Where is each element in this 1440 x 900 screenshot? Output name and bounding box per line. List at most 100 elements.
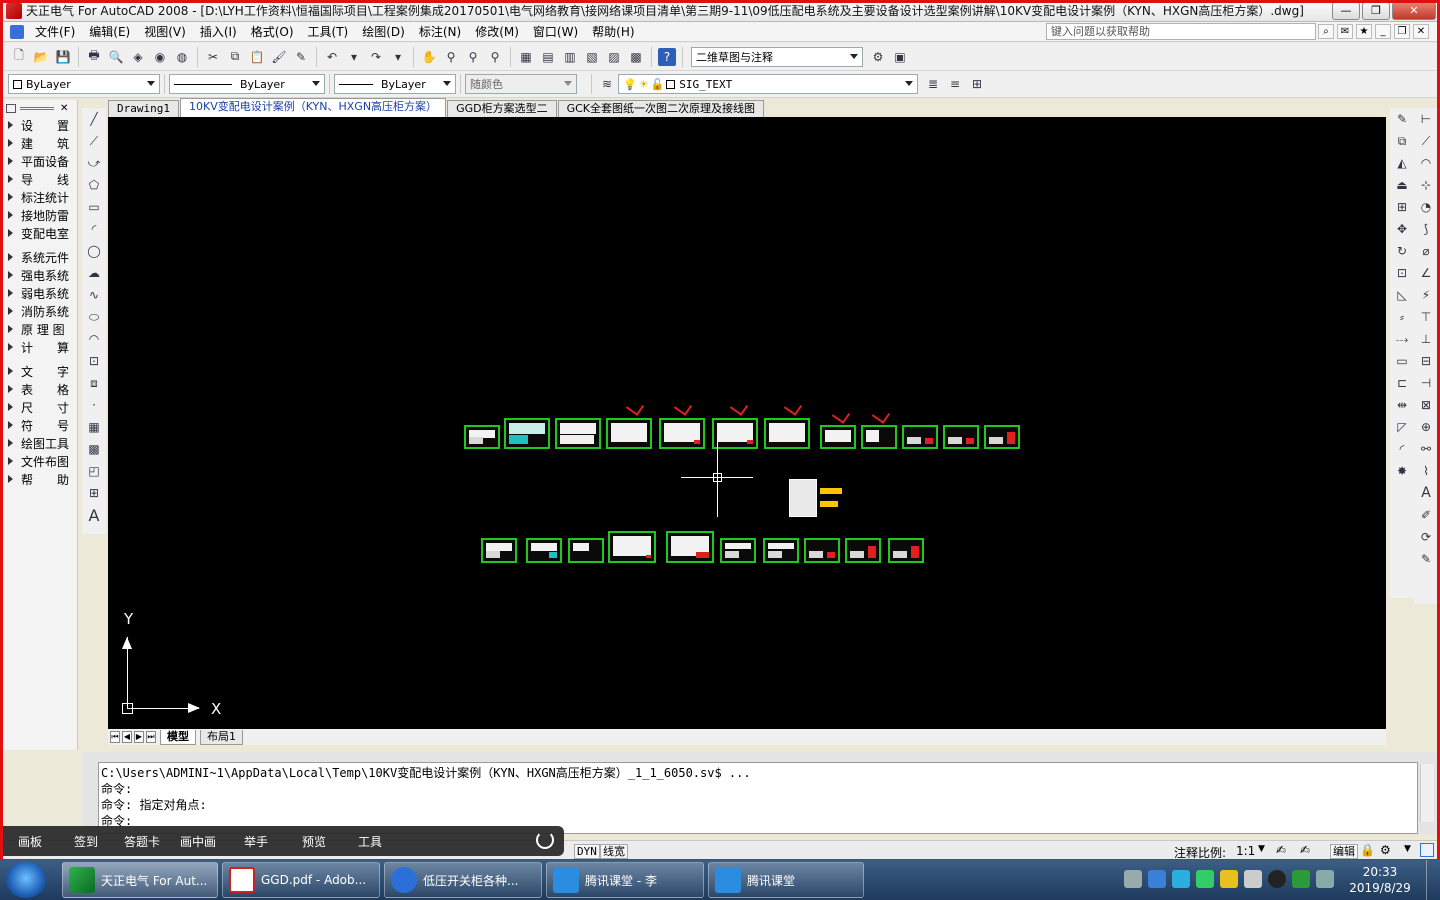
revision-cloud-icon[interactable]: ☁ [85, 264, 103, 282]
scale-icon[interactable]: ⊡ [1393, 264, 1411, 282]
doc-minimize-button[interactable]: _ [1375, 24, 1391, 39]
shield-icon[interactable] [1292, 870, 1310, 888]
palette-item-grounding[interactable]: 接地防雷 [4, 206, 77, 224]
point-icon[interactable]: · [85, 396, 103, 414]
palette-item-building[interactable]: 建 筑 [4, 134, 77, 152]
dimension-update-icon[interactable]: ⟳ [1417, 528, 1435, 546]
palette-item-system-components[interactable]: 系统元件 [4, 248, 77, 266]
palette-item-text[interactable]: 文 字 [4, 362, 77, 380]
menu-dimension[interactable]: 标注(N) [412, 23, 468, 40]
table-icon[interactable]: ⊞ [85, 484, 103, 502]
taskbar-item-pdf[interactable]: GGD.pdf - Adob... [222, 862, 380, 898]
palette-item-table[interactable]: 表 格 [4, 380, 77, 398]
break-at-point-icon[interactable]: ▭ [1393, 352, 1411, 370]
print-icon[interactable]: 🖶 [85, 48, 103, 66]
fillet-icon[interactable]: ◜ [1393, 440, 1411, 458]
taskbar-item-document[interactable]: 低压开关柜各种... [384, 862, 542, 898]
undo-dropdown-icon[interactable]: ▾ [345, 48, 363, 66]
hatch-icon[interactable]: ▦ [85, 418, 103, 436]
publish-icon[interactable]: ◈ [129, 48, 147, 66]
open-file-icon[interactable]: 📂 [32, 48, 50, 66]
explode-icon[interactable]: ✸ [1393, 462, 1411, 480]
power-icon[interactable] [536, 831, 554, 849]
jogged-dimension-icon[interactable]: ⟆ [1417, 220, 1435, 238]
command-scrollbar[interactable] [1420, 764, 1434, 822]
drawing-sheet[interactable] [555, 418, 601, 449]
clean-screen-icon[interactable] [1420, 843, 1434, 857]
preview-button[interactable]: 预览 [302, 833, 326, 850]
tolerance-icon[interactable]: ⊠ [1417, 396, 1435, 414]
polyline-icon[interactable]: ⤻ [85, 154, 103, 172]
edit-toggle[interactable]: 编辑 [1330, 844, 1358, 859]
palette-item-wire[interactable]: 导 线 [4, 170, 77, 188]
zoom-realtime-icon[interactable]: ⚲ [442, 48, 460, 66]
arc-length-icon[interactable]: ◠ [1417, 154, 1435, 172]
palette-item-calculation[interactable]: 计 算 [4, 338, 77, 356]
help-search-input[interactable]: 键入问题以获取帮助 [1046, 23, 1316, 40]
3d-dwf-icon[interactable]: ◍ [173, 48, 191, 66]
palette-item-power-system[interactable]: 强电系统 [4, 266, 77, 284]
dimension-style-icon[interactable]: ✎ [1417, 550, 1435, 568]
block-editor-icon[interactable]: ✎ [292, 48, 310, 66]
gradient-icon[interactable]: ▩ [85, 440, 103, 458]
rectangle-icon[interactable]: ▭ [85, 198, 103, 216]
doc-restore-button[interactable]: ❐ [1394, 24, 1410, 39]
palette-close-icon[interactable]: ✕ [60, 103, 68, 114]
menu-draw[interactable]: 绘图(D) [355, 23, 412, 40]
tab-10kv-design[interactable]: 10KV变配电设计案例（KYN、HXGN高压柜方案） [179, 98, 447, 117]
favorites-star-icon[interactable]: ★ [1356, 24, 1372, 39]
lock-icon[interactable]: 🔒 [1360, 843, 1375, 857]
taskbar-item-tencent-class[interactable]: 腾讯课堂 [708, 862, 864, 898]
app-icon[interactable] [6, 2, 22, 19]
region-icon[interactable]: ◰ [85, 462, 103, 480]
drawing-sheet[interactable] [861, 425, 897, 449]
radius-dimension-icon[interactable]: ◔ [1417, 198, 1435, 216]
polygon-icon[interactable]: ⬠ [85, 176, 103, 194]
paste-icon[interactable]: 📋 [248, 48, 266, 66]
baseline-dimension-icon[interactable]: ⊤ [1417, 308, 1435, 326]
palette-item-fire-system[interactable]: 消防系统 [4, 302, 77, 320]
security-icon[interactable] [1220, 870, 1238, 888]
sheet-set-icon[interactable]: ▧ [583, 48, 601, 66]
drawing-canvas[interactable]: Y X [108, 117, 1386, 729]
taskbar-item-autocad[interactable]: 天正电气 For Aut... [62, 862, 218, 898]
diameter-dimension-icon[interactable]: ⌀ [1417, 242, 1435, 260]
zoom-window-icon[interactable]: ⚲ [464, 48, 482, 66]
drawing-sheet[interactable] [820, 425, 856, 449]
redo-icon[interactable]: ↷ [367, 48, 385, 66]
qq-icon[interactable] [1268, 870, 1286, 888]
calculator-icon[interactable]: ▩ [627, 48, 645, 66]
dimension-edit-icon[interactable]: A [1417, 484, 1435, 502]
spline-icon[interactable]: ∿ [85, 286, 103, 304]
offset-icon[interactable]: ⏏ [1393, 176, 1411, 194]
tab-ggd-cabinet[interactable]: GGD柜方案选型二 [447, 100, 557, 117]
palette-item-annotation[interactable]: 标注统计 [4, 188, 77, 206]
tab-drawing1[interactable]: Drawing1 [108, 100, 179, 117]
doc-close-button[interactable]: ✕ [1413, 24, 1429, 39]
join-icon[interactable]: ⇹ [1393, 396, 1411, 414]
print-preview-icon[interactable]: 🔍 [107, 48, 125, 66]
quick-dimension-icon[interactable]: ⚡ [1417, 286, 1435, 304]
restore-button[interactable]: ❐ [1362, 1, 1390, 20]
chamfer-icon[interactable]: ◸ [1393, 418, 1411, 436]
new-file-icon[interactable]: 🗋 [10, 48, 28, 66]
drawing-sheet[interactable] [608, 531, 656, 563]
drawing-sheet[interactable] [984, 425, 1020, 449]
menu-insert[interactable]: 插入(I) [193, 23, 244, 40]
drawing-sheet[interactable] [606, 418, 652, 449]
picture-in-picture-button[interactable]: 画中画 [180, 833, 216, 850]
palette-item-help[interactable]: 帮 助 [4, 470, 77, 488]
whiteboard-button[interactable]: 画板 [18, 833, 42, 850]
ordinate-dimension-icon[interactable]: ⊹ [1417, 176, 1435, 194]
chevron-down-icon[interactable]: ▼ [1258, 844, 1265, 854]
lineweight-toggle[interactable]: 线宽 [600, 844, 628, 859]
dimension-text-edit-icon[interactable]: ✐ [1417, 506, 1435, 524]
raise-hand-button[interactable]: 举手 [244, 833, 268, 850]
first-layout-button[interactable]: ⏮ [110, 731, 120, 743]
palette-header[interactable]: ✕ [4, 100, 77, 116]
status-menu-icon[interactable]: ▼ [1404, 844, 1411, 854]
angular-dimension-icon[interactable]: ∠ [1417, 264, 1435, 282]
sign-in-button[interactable]: 签到 [74, 833, 98, 850]
taskbar-item-tencent-class-li[interactable]: 腾讯课堂 - 李 [546, 862, 704, 898]
annotation-scale-value[interactable]: 1:1 [1236, 844, 1255, 858]
